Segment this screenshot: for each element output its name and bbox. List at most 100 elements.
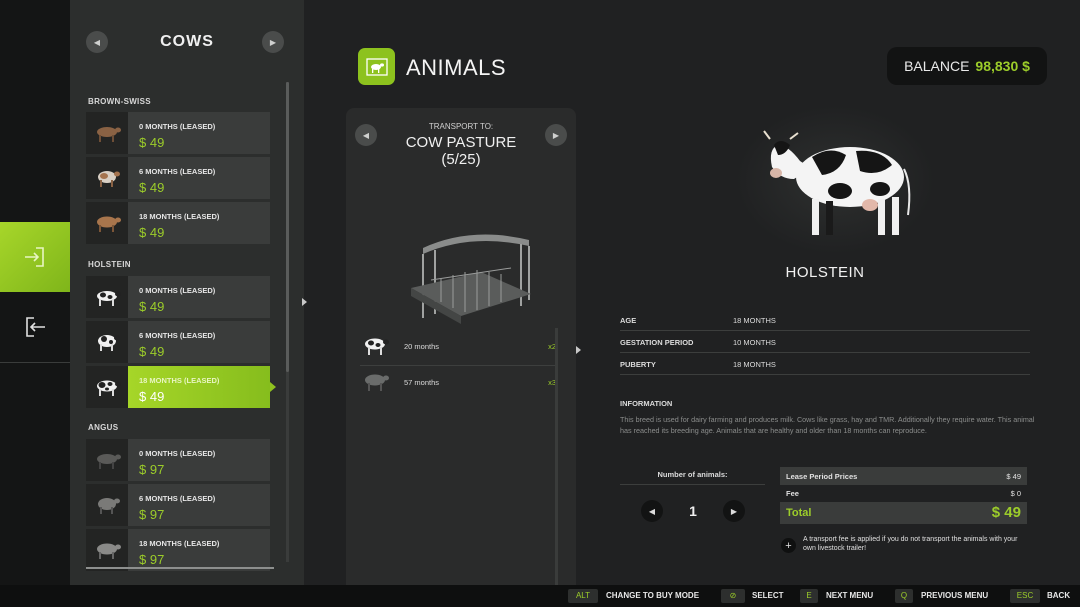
lease-value: $ 49 [1006,472,1021,481]
livestock-icon [365,57,388,76]
item-label: 6 MONTHS (LEASED) [139,331,216,340]
enter-icon [25,247,44,267]
list-item[interactable]: 18 MONTHS (LEASED) $ 97 [86,529,270,571]
item-label: 0 MONTHS (LEASED) [139,449,216,458]
breed-label-holstein: HOLSTEIN [88,260,131,269]
pasture-shelter-icon [411,234,531,324]
attribute-key: GESTATION PERIOD [620,338,694,347]
transport-label: TRANSPORT TO: [428,122,494,131]
list-item[interactable]: 6 MONTHS (LEASED) $ 49 [86,157,270,199]
plus-icon: + [781,538,796,553]
breed-label-brown-swiss: BROWN-SWISS [88,97,151,106]
menu-rail [0,0,77,585]
transport-destination: COW PASTURE (5/25) [346,134,576,168]
item-price: $ 49 [139,225,165,240]
balance-value: 98,830 $ [975,58,1030,74]
list-item[interactable]: 0 MONTHS (LEASED) $ 49 [86,276,270,318]
chevron-right-icon: ▶ [730,506,738,516]
key-q: Q [895,589,913,603]
chevron-right-icon: ▶ [269,37,277,47]
item-price: $ 49 [139,135,165,150]
rail-divider [0,362,70,363]
total-label: Total [786,507,812,519]
transport-scrollbar[interactable] [555,328,558,585]
hint-previous-menu[interactable]: PREVIOUS MENU [921,591,988,600]
cow-thumbnail [86,439,128,481]
item-label: 6 MONTHS (LEASED) [139,167,216,176]
item-label: 18 MONTHS (LEASED) [139,376,220,385]
destination-name: COW PASTURE [405,134,517,151]
fee-row: Fee $ 0 [780,486,1027,502]
animals-section-icon [358,48,395,85]
list-item[interactable]: 57 months x3 [360,366,556,400]
list-bottom-line [86,567,274,569]
increase-button[interactable]: ▶ [723,500,745,522]
select-key-icon: ⊘ [721,589,745,603]
transport-panel: ◀ ▶ TRANSPORT TO: COW PASTURE (5/25) 20 … [346,108,576,585]
animal-list-panel: ◀ COWS ▶ BROWN-SWISS 0 MONTHS (LEASED) $… [70,0,304,585]
cow-thumbnail [86,529,128,571]
item-price: $ 49 [139,299,165,314]
attribute-value: 10 MONTHS [733,338,776,347]
page-title: ANIMALS [406,55,507,80]
lease-label: Lease Period Prices [786,472,858,481]
item-price: $ 49 [139,344,165,359]
angus-cow-icon [97,454,121,469]
animals-screen: ◀ COWS ▶ BROWN-SWISS 0 MONTHS (LEASED) $… [0,0,1080,607]
divider [620,484,765,485]
cow-thumbnail [86,112,128,154]
hint-select[interactable]: SELECT [752,591,784,600]
exit-icon [26,317,45,337]
list-item[interactable]: 18 MONTHS (LEASED) $ 49 [86,202,270,244]
item-label: 0 MONTHS (LEASED) [139,122,216,131]
balance-display: BALANCE 98,830 $ [887,47,1047,85]
total-row: Total $ 49 [780,502,1027,524]
next-category-button[interactable]: ▶ [262,31,284,53]
cow-icon [365,374,389,391]
hint-next-menu[interactable]: NEXT MENU [826,591,873,600]
list-item[interactable]: 0 MONTHS (LEASED) $ 49 [86,112,270,154]
chevron-left-icon: ◀ [648,506,656,516]
hint-change-mode[interactable]: CHANGE TO BUY MODE [606,591,699,600]
hint-back[interactable]: BACK [1047,591,1070,600]
decrease-button[interactable]: ◀ [641,500,663,522]
item-price: $ 97 [139,552,165,567]
balance-label: BALANCE [904,58,970,74]
item-price: $ 49 [139,180,165,195]
attribute-row: AGE 18 MONTHS [620,309,1030,331]
prev-category-button[interactable]: ◀ [86,31,108,53]
list-header: ◀ COWS ▶ [70,25,304,61]
cow-thumbnail [86,484,128,526]
selection-notch [270,382,276,392]
holstein-cow-icon [97,380,121,396]
total-value: $ 49 [991,504,1021,521]
list-scrollbar[interactable] [286,82,289,372]
holstein-cow-icon [365,338,389,355]
list-item[interactable]: 6 MONTHS (LEASED) $ 49 [86,321,270,363]
number-label: Number of animals: [657,470,728,479]
attribute-row: GESTATION PERIOD 10 MONTHS [620,331,1030,353]
item-price: $ 97 [139,507,165,522]
key-e: E [800,589,818,603]
item-label: 6 MONTHS (LEASED) [139,494,216,503]
list-item-selected[interactable]: 18 MONTHS (LEASED) $ 49 [86,366,276,408]
cow-thumbnail [86,157,128,199]
angus-cow-icon [98,498,120,514]
holstein-cow-icon [97,291,121,306]
footer-hints: ALT CHANGE TO BUY MODE ⊘ SELECT E NEXT M… [0,585,1080,607]
transport-fee-note: A transport fee is applied if you do not… [803,536,1018,552]
brown-cow-icon [97,216,121,232]
list-item[interactable]: 20 months x2 [360,330,556,364]
transport-animal-age: 57 months [404,378,440,387]
enter-menu-button[interactable] [0,222,77,292]
cow-thumbnail [86,366,128,408]
panel-arrow-icon [302,298,307,306]
breed-name: HOLSTEIN [785,264,865,281]
item-price: $ 49 [139,389,165,404]
list-item[interactable]: 0 MONTHS (LEASED) $ 97 [86,439,270,481]
key-alt: ALT [568,589,598,603]
list-item[interactable]: 6 MONTHS (LEASED) $ 97 [86,484,270,526]
exit-menu-button[interactable] [0,292,70,362]
angus-cow-icon [97,543,121,559]
item-label: 18 MONTHS (LEASED) [139,212,220,221]
